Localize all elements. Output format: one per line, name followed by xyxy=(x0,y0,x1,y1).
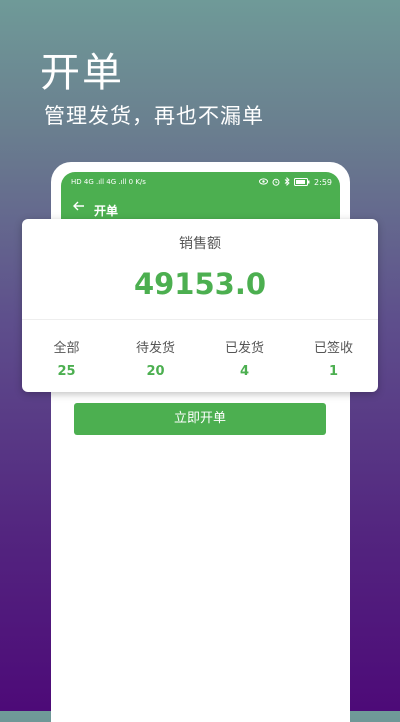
app-header: HD 4G .ıll 4G .ıll 0 K/s 84 2:59 开单 xyxy=(61,172,340,222)
hero-subtitle: 管理发货，再也不漏单 xyxy=(44,104,264,128)
status-bar-left: HD 4G .ıll 4G .ıll 0 K/s xyxy=(71,178,146,186)
stat-label: 待发货 xyxy=(135,341,175,356)
create-order-button[interactable]: 立即开单 xyxy=(74,403,326,435)
eye-icon xyxy=(259,178,269,187)
hero-title: 开单 xyxy=(40,50,124,96)
order-stats: 全部 25 待发货 20 已发货 4 已签收 1 xyxy=(22,337,378,379)
sales-summary-card: 销售额 49153.0 全部 25 待发货 20 已发货 4 已签收 1 xyxy=(22,219,378,392)
status-bar-right: 84 2:59 xyxy=(259,176,332,188)
stat-label: 已签收 xyxy=(313,341,353,356)
stat-value: 20 xyxy=(146,364,165,379)
sales-label: 销售额 xyxy=(179,236,221,252)
arrow-left-icon[interactable] xyxy=(73,200,85,215)
stat-value: 1 xyxy=(328,364,339,379)
status-time: 2:59 xyxy=(314,178,332,187)
divider xyxy=(22,319,378,320)
alarm-icon xyxy=(272,178,280,188)
stat-label: 已发货 xyxy=(224,341,264,356)
stat-value: 4 xyxy=(239,364,250,379)
stat-signed[interactable]: 已签收 1 xyxy=(289,337,378,379)
bluetooth-icon xyxy=(284,176,290,188)
stat-shipped[interactable]: 已发货 4 xyxy=(200,337,289,379)
nav-title: 开单 xyxy=(94,204,119,218)
stat-all[interactable]: 全部 25 xyxy=(22,337,111,379)
stat-pending-shipment[interactable]: 待发货 20 xyxy=(111,337,200,379)
sales-amount: 49153.0 xyxy=(133,267,267,301)
stat-label: 全部 xyxy=(53,341,80,356)
stat-value: 25 xyxy=(57,364,76,379)
battery-icon xyxy=(294,177,310,188)
